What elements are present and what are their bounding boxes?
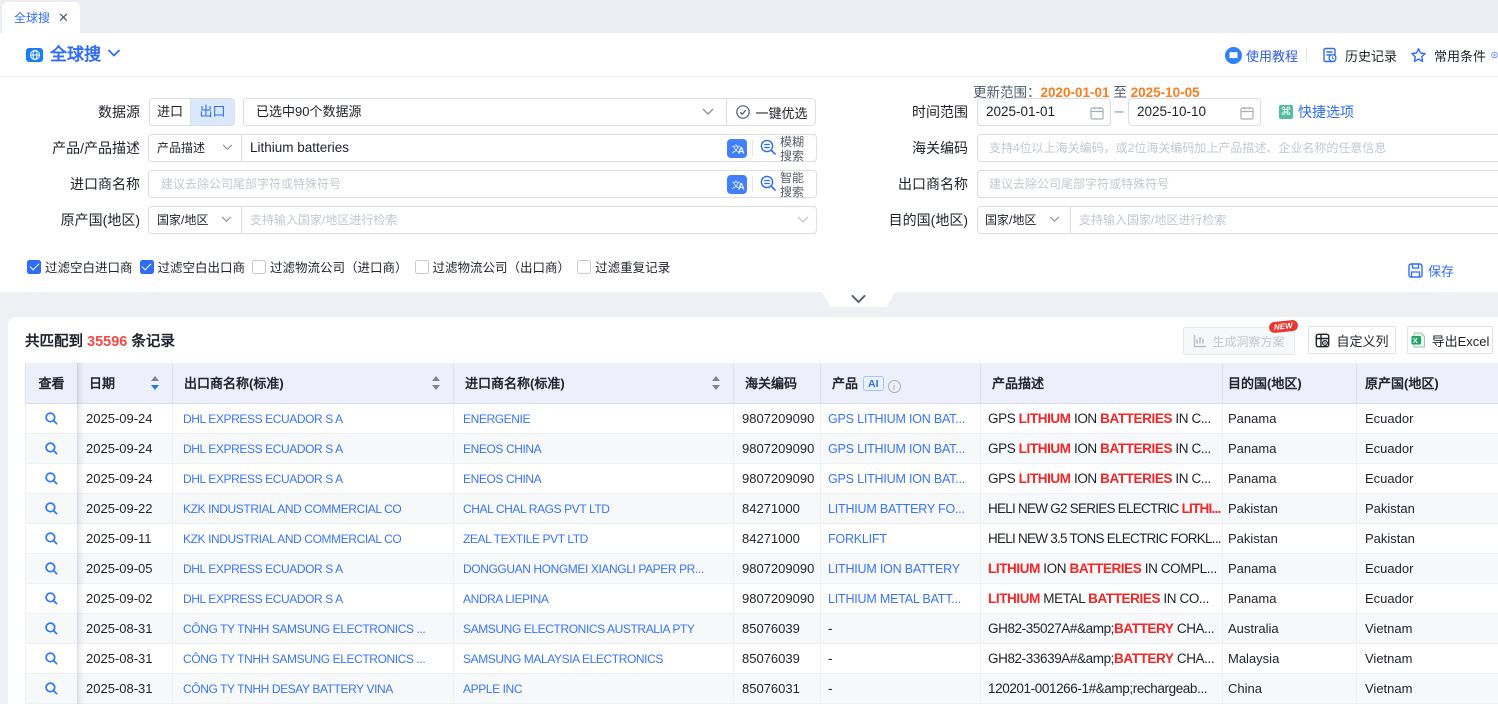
svg-text:A: A	[738, 181, 745, 191]
svg-text:X: X	[1412, 336, 1417, 345]
svg-text:A: A	[738, 145, 745, 155]
